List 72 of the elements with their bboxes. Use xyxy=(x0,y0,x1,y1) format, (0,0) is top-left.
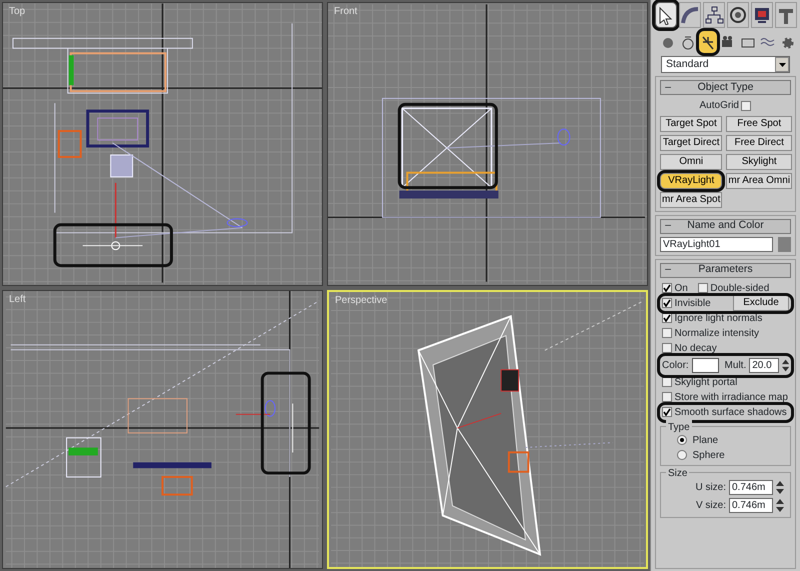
spinner-icon xyxy=(776,498,784,513)
light-type-button[interactable]: mr Area Spot xyxy=(660,192,722,208)
group-title: Type xyxy=(666,420,692,434)
exclude-button[interactable]: Exclude xyxy=(733,295,789,311)
radio-button[interactable] xyxy=(677,450,687,460)
size-field[interactable]: 0.746m xyxy=(729,498,773,513)
light-type-button[interactable]: Target Spot xyxy=(660,116,722,132)
rollout-title: Name and Color xyxy=(686,218,765,234)
radio-label: Plane xyxy=(692,434,718,448)
light-type-button[interactable]: Target Direct xyxy=(660,134,722,150)
light-type-button[interactable]: mr Area Omni xyxy=(726,172,792,188)
category-dropdown[interactable]: Standard xyxy=(661,56,790,73)
category-tab[interactable] xyxy=(699,31,717,53)
panel-tab[interactable] xyxy=(703,2,725,28)
field-label: U size: xyxy=(695,481,726,495)
checkbox[interactable] xyxy=(662,313,672,323)
checkbox[interactable] xyxy=(662,283,672,293)
light-type-button[interactable]: Omni xyxy=(660,154,722,170)
wheel-icon xyxy=(728,5,748,25)
size-field[interactable]: 0.746m xyxy=(729,480,773,495)
checkbox[interactable] xyxy=(662,392,672,402)
light-type-button[interactable]: Skylight xyxy=(726,154,792,170)
checkbox-label: No decay xyxy=(674,342,717,356)
checkbox[interactable] xyxy=(662,298,672,308)
viewport-label: Left xyxy=(9,294,26,306)
checkbox-label: Store with irradiance map xyxy=(674,390,788,404)
checkbox[interactable] xyxy=(698,283,708,293)
checkbox[interactable] xyxy=(662,328,672,338)
caret-icon xyxy=(778,62,786,66)
spinner-icon xyxy=(782,358,790,372)
monitor-icon xyxy=(752,5,772,25)
multiplier-label: Mult. xyxy=(724,358,746,372)
rollout-header[interactable]: – Parameters xyxy=(660,262,791,278)
panel-tab[interactable] xyxy=(751,2,773,28)
checkbox-label: Double-sided xyxy=(710,282,770,296)
hierarchy-icon xyxy=(704,5,724,25)
light-type-button[interactable]: Free Direct xyxy=(726,134,792,150)
viewport-label: Front xyxy=(334,6,358,18)
collapse-icon[interactable]: – xyxy=(661,80,675,96)
color-label: Color: xyxy=(662,358,689,372)
checkbox-label: Invisible xyxy=(674,296,711,310)
checkbox[interactable] xyxy=(662,343,672,353)
radio-label: Sphere xyxy=(692,448,725,462)
field-label: V size: xyxy=(696,499,726,513)
checkbox[interactable] xyxy=(662,377,672,387)
checkbox-label: AutoGrid xyxy=(700,99,739,113)
checkbox-label: Skylight portal xyxy=(674,376,738,390)
color-swatch[interactable] xyxy=(692,358,720,372)
rollout-title: Parameters xyxy=(697,262,754,278)
checkbox[interactable] xyxy=(741,100,752,110)
viewport-label: Perspective xyxy=(335,295,388,307)
collapse-icon[interactable]: – xyxy=(661,262,675,278)
multiplier-field[interactable]: 20.0 xyxy=(749,358,779,372)
curve-icon xyxy=(680,5,700,25)
color-swatch[interactable] xyxy=(778,236,791,252)
light-type-button[interactable]: Free Spot xyxy=(726,116,792,132)
spinner-icon xyxy=(776,480,784,495)
radio-button[interactable] xyxy=(677,435,687,445)
rollout-title: Object Type xyxy=(696,80,754,95)
viewport-label: Top xyxy=(9,6,26,18)
checkbox-label: Normalize intensity xyxy=(674,326,759,340)
panel-tab[interactable] xyxy=(727,2,749,28)
panel-tab[interactable] xyxy=(655,2,677,28)
collapse-icon[interactable]: – xyxy=(661,218,675,234)
rollout-header[interactable]: – Name and Color xyxy=(660,218,791,234)
checkbox-label: Ignore light normals xyxy=(674,312,762,326)
name-field[interactable]: VRayLight01 xyxy=(660,236,773,252)
checkmark-icon xyxy=(663,408,671,416)
checkbox-label: Smooth surface shadows xyxy=(674,406,787,420)
checkbox-label: On xyxy=(674,282,688,296)
rollout-header[interactable]: – Object Type xyxy=(660,80,791,95)
checkbox[interactable] xyxy=(662,407,672,417)
